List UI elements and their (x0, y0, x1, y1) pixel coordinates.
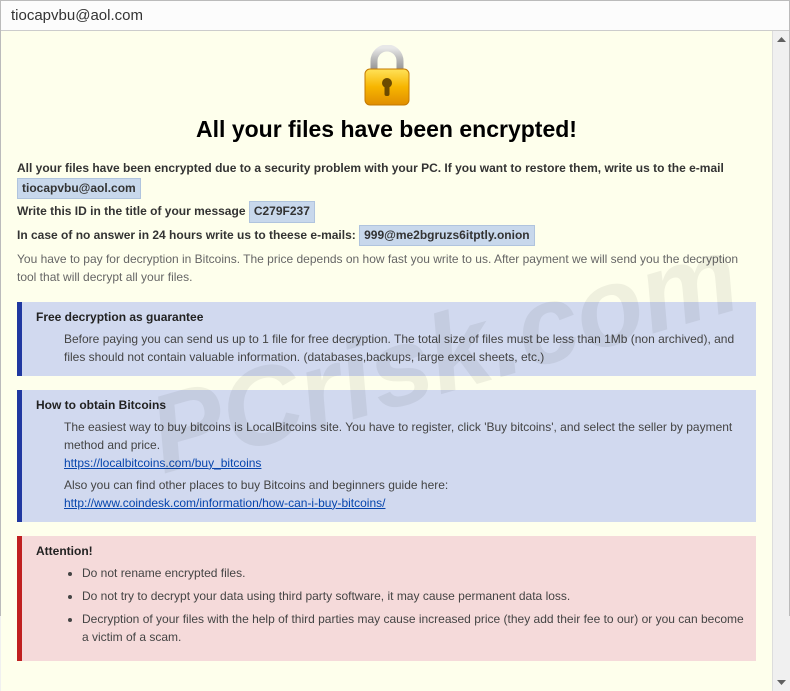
attention-item: Do not try to decrypt your data using th… (82, 587, 746, 605)
panel-attention-body: Do not rename encrypted files. Do not tr… (36, 564, 746, 646)
panel-bitcoins-title: How to obtain Bitcoins (36, 398, 746, 412)
panel-free-decryption: Free decryption as guarantee Before payi… (17, 302, 756, 376)
intro-text-3: In case of no answer in 24 hours write u… (17, 228, 359, 242)
lock-icon (17, 45, 756, 110)
panel-free-title: Free decryption as guarantee (36, 310, 746, 324)
panel-attention-title: Attention! (36, 544, 746, 558)
localbitcoins-link[interactable]: https://localbitcoins.com/buy_bitcoins (64, 456, 261, 470)
intro-line-3: In case of no answer in 24 hours write u… (17, 225, 756, 246)
content-wrapper: All your files have been encrypted! All … (1, 31, 789, 691)
panel-attention: Attention! Do not rename encrypted files… (17, 536, 756, 661)
coindesk-link[interactable]: http://www.coindesk.com/information/how-… (64, 496, 385, 510)
bitcoins-line-1: The easiest way to buy bitcoins is Local… (64, 418, 746, 454)
panel-bitcoins-body: The easiest way to buy bitcoins is Local… (36, 418, 746, 512)
attention-item: Do not rename encrypted files. (82, 564, 746, 582)
scroll-up-icon[interactable] (773, 31, 789, 48)
attention-list: Do not rename encrypted files. Do not tr… (64, 564, 746, 646)
bitcoins-line-2: Also you can find other places to buy Bi… (64, 476, 746, 494)
contact-email-2: 999@me2bgruzs6itptly.onion (359, 225, 535, 246)
contact-email: tiocapvbu@aol.com (17, 178, 141, 199)
scrollbar[interactable] (772, 31, 789, 691)
window-title: tiocapvbu@aol.com (11, 7, 143, 24)
intro-line-2: Write this ID in the title of your messa… (17, 201, 756, 222)
intro-sub: You have to pay for decryption in Bitcoi… (17, 250, 756, 286)
victim-id: C279F237 (249, 201, 315, 222)
panel-free-body: Before paying you can send us up to 1 fi… (36, 330, 746, 366)
main-heading: All your files have been encrypted! (17, 116, 756, 143)
intro-line-1: All your files have been encrypted due t… (17, 159, 756, 199)
scroll-track[interactable] (773, 48, 789, 674)
title-bar: tiocapvbu@aol.com (1, 1, 789, 31)
panel-bitcoins: How to obtain Bitcoins The easiest way t… (17, 390, 756, 522)
attention-item: Decryption of your files with the help o… (82, 610, 746, 646)
scroll-down-icon[interactable] (773, 674, 789, 691)
intro-text-2: Write this ID in the title of your messa… (17, 204, 249, 218)
intro-text-1: All your files have been encrypted due t… (17, 161, 724, 175)
ransom-window: tiocapvbu@aol.com (0, 0, 790, 616)
content-area: All your files have been encrypted! All … (1, 31, 772, 691)
